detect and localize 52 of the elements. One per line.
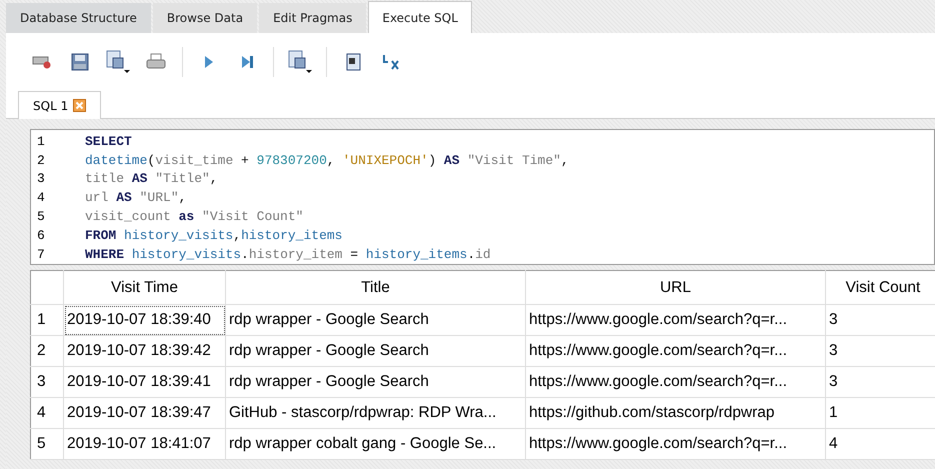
table-cell: 2019-10-07 18:41:07 bbox=[64, 428, 226, 460]
tab-icon bbox=[32, 55, 52, 69]
row-number: 5 bbox=[30, 428, 64, 460]
table-cell: rdp wrapper - Google Search bbox=[226, 336, 526, 366]
table-cell: https://www.google.com/search?q=r... bbox=[526, 304, 826, 336]
row-number: 3 bbox=[30, 366, 64, 398]
code-line: visit_count as "Visit Count" bbox=[84, 209, 304, 224]
table-cell: 2019-10-07 18:39:47 bbox=[64, 398, 226, 428]
tab-label: SQL 1 bbox=[33, 98, 68, 112]
table-cell: 3 bbox=[826, 366, 935, 398]
code-line: datetime(visit_time + 978307200, 'UNIXEPOCH') AS "Visit Time", bbox=[84, 152, 569, 168]
row-number: 2 bbox=[30, 336, 64, 366]
table-cell: https://www.google.com/search?q=r... bbox=[526, 428, 826, 460]
document-icon bbox=[105, 50, 131, 74]
table-cell: rdp wrapper - Google Search bbox=[226, 304, 526, 336]
tab[interactable]: Database Structure bbox=[6, 3, 151, 33]
row-number: 4 bbox=[30, 398, 64, 428]
table-cell: 2019-10-07 18:39:42 bbox=[64, 336, 226, 366]
floppy-icon bbox=[71, 53, 89, 71]
close-icon[interactable] bbox=[73, 99, 86, 112]
tab[interactable]: Browse Data bbox=[152, 3, 258, 33]
column-header[interactable]: Visit Count bbox=[826, 270, 935, 304]
row-number: 1 bbox=[30, 304, 64, 336]
editor-tab[interactable]: SQL 1 bbox=[18, 91, 102, 119]
column-header[interactable]: Title bbox=[226, 270, 526, 304]
code-line: title AS "Title", bbox=[84, 171, 218, 186]
table-cell: https://www.google.com/search?q=r... bbox=[526, 336, 826, 366]
code-line: url AS "URL", bbox=[84, 190, 186, 206]
table-cell: 3 bbox=[826, 304, 935, 336]
table-cell: 2019-10-07 18:39:41 bbox=[64, 366, 226, 398]
sql-editor[interactable] bbox=[30, 129, 935, 265]
code-line: WHERE history_visits.history_item = history_items.id bbox=[84, 246, 491, 262]
table-cell: https://www.google.com/search?q=r... bbox=[526, 366, 826, 398]
skip-forward-icon bbox=[240, 55, 254, 69]
printer-icon bbox=[146, 53, 166, 71]
table-cell: https://github.com/stascorp/rdpwrap bbox=[526, 398, 826, 428]
table-cell: 1 bbox=[826, 398, 935, 428]
document-icon bbox=[287, 50, 313, 74]
code-line: SELECT bbox=[84, 134, 132, 149]
document-icon bbox=[344, 53, 362, 71]
table-cell: rdp wrapper - Google Search bbox=[226, 366, 526, 398]
table-cell: 3 bbox=[826, 336, 935, 366]
table-cell: 4 bbox=[826, 428, 935, 460]
table-cell: rdp wrapper cobalt gang - Google Se... bbox=[226, 428, 526, 460]
play-icon bbox=[204, 55, 214, 69]
tab[interactable]: Execute SQL bbox=[368, 1, 472, 33]
column-header[interactable]: Visit Time bbox=[64, 270, 226, 304]
code-line: FROM history_visits,history_items bbox=[84, 228, 342, 243]
tab[interactable]: Edit Pragmas bbox=[259, 3, 366, 33]
column-header[interactable]: URL bbox=[526, 270, 826, 304]
table-cell: 2019-10-07 18:39:40 bbox=[64, 304, 226, 336]
table-cell: GitHub - stascorp/rdpwrap: RDP Wra... bbox=[226, 398, 526, 428]
